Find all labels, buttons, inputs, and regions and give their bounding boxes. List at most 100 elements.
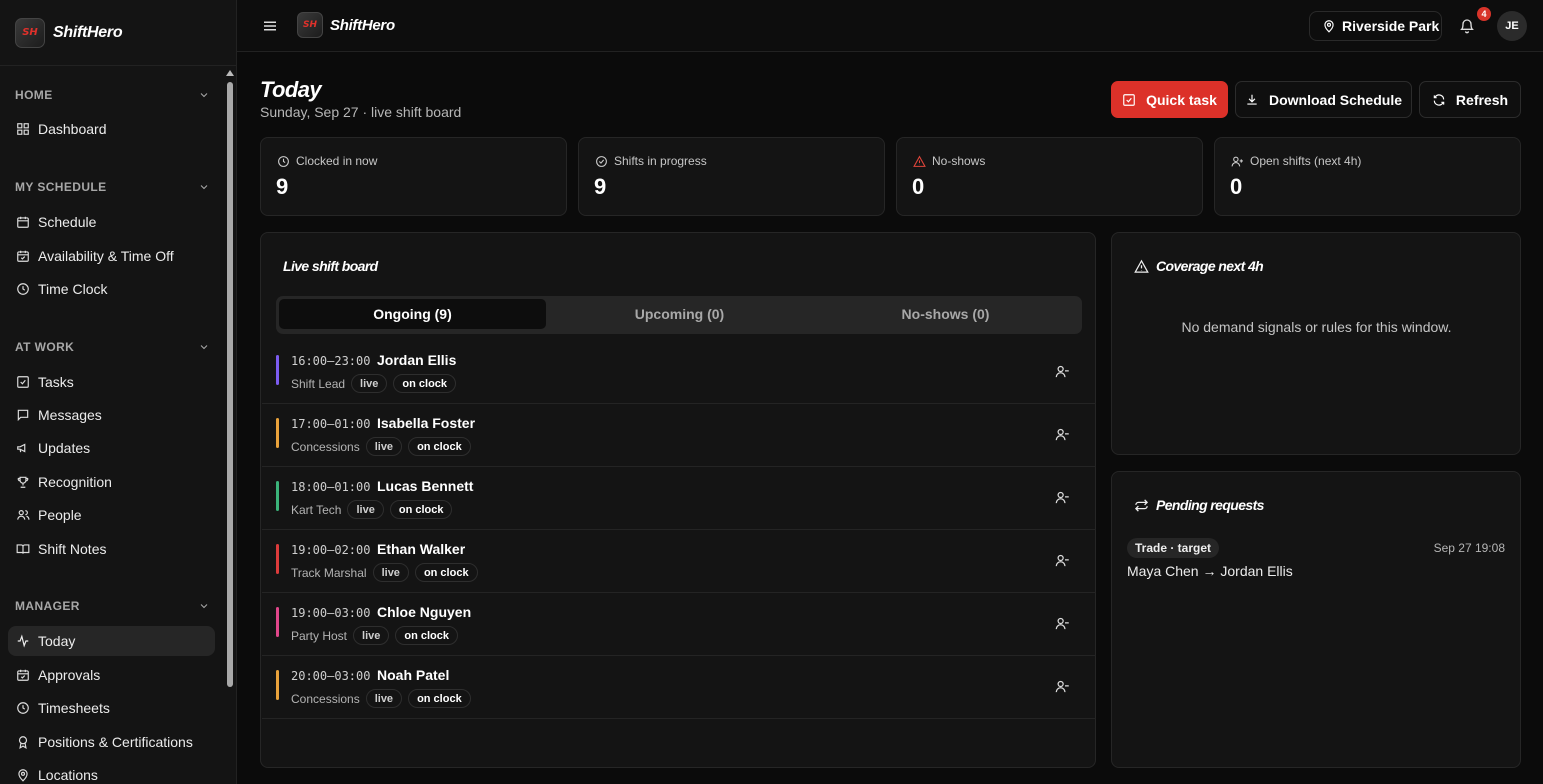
shift-row[interactable]: 17:00–01:00 Isabella Foster Concessions liv…: [262, 404, 1096, 467]
user-minus-icon[interactable]: [1055, 490, 1070, 505]
live-shift-board-title: Live shift board: [283, 258, 378, 274]
sidebar: SH ShiftHero HOME Dashboard MY SCHEDULE …: [0, 0, 237, 784]
shift-meta: Concessions live on clock: [291, 437, 471, 456]
user-minus-icon[interactable]: [1055, 364, 1070, 379]
live-shift-board-panel: Live shift board Ongoing (9) Upcoming (0…: [260, 232, 1096, 768]
sidebar-item-approvals[interactable]: Approvals: [8, 660, 215, 690]
sidebar-item-dashboard[interactable]: Dashboard: [8, 114, 215, 144]
shift-meta: Shift Lead live on clock: [291, 374, 457, 393]
stat-card-open-shifts: Open shifts (next 4h) 0: [1214, 137, 1521, 216]
sidebar-item-today[interactable]: Today: [8, 626, 215, 656]
position-name: Shift Lead: [291, 376, 346, 391]
status-chip-live: live: [365, 689, 403, 708]
user-plus-icon: [1231, 156, 1243, 166]
sidebar-item-people[interactable]: People: [8, 500, 215, 530]
sidebar-item-label: Shift Notes: [38, 541, 107, 557]
position-name: Concessions: [291, 691, 360, 706]
shift-meta: Concessions live on clock: [291, 689, 471, 708]
stat-value: 9: [594, 174, 607, 199]
shift-board-tabs: Ongoing (9) Upcoming (0) No-shows (0): [276, 296, 1082, 334]
section-home-header[interactable]: HOME: [15, 88, 210, 102]
sidebar-item-positions[interactable]: Positions & Certifications: [8, 727, 215, 757]
user-minus-icon[interactable]: [1055, 427, 1070, 442]
download-schedule-button[interactable]: Download Schedule: [1235, 81, 1412, 118]
sidebar-item-time-clock[interactable]: Time Clock: [8, 274, 215, 304]
sidebar-item-availability[interactable]: Availability & Time Off: [8, 241, 215, 271]
topbar: SH ShiftHero Riverside Park 4 JE: [237, 0, 1543, 52]
coverage-title-text: Coverage next 4h: [1156, 258, 1264, 274]
sidebar-item-tasks[interactable]: Tasks: [8, 367, 215, 397]
shift-time: 20:00–03:00: [291, 669, 371, 683]
position-name: Party Host: [291, 628, 348, 643]
refresh-button[interactable]: Refresh: [1419, 81, 1521, 118]
user-avatar[interactable]: JE: [1497, 11, 1527, 41]
position-color-bar: [276, 544, 279, 574]
activity-icon: [17, 634, 29, 648]
quick-task-button[interactable]: Quick task: [1111, 81, 1228, 118]
shift-row[interactable]: 19:00–03:00 Chloe Nguyen Party Host live on …: [262, 593, 1096, 656]
tab-ongoing[interactable]: Ongoing (9): [279, 299, 546, 329]
stat-label-text: Shifts in progress: [614, 154, 707, 168]
menu-icon[interactable]: [261, 17, 279, 35]
tab-upcoming[interactable]: Upcoming (0): [546, 299, 813, 329]
user-minus-icon[interactable]: [1055, 553, 1070, 568]
status-chip-live: live: [353, 626, 390, 645]
scrollbar-thumb[interactable]: [227, 82, 233, 687]
shift-row[interactable]: 18:00–01:00 Lucas Bennett Kart Tech live on …: [262, 467, 1096, 530]
bell-icon[interactable]: [1459, 18, 1475, 34]
request-description[interactable]: Maya Chen → Jordan Ellis: [1127, 563, 1293, 579]
section-my-schedule-header[interactable]: MY SCHEDULE: [15, 180, 210, 194]
sidebar-item-recognition[interactable]: Recognition: [8, 467, 215, 497]
location-switcher-button[interactable]: Riverside Park: [1309, 11, 1442, 41]
clock-icon: [17, 283, 29, 295]
sidebar-item-messages[interactable]: Messages: [8, 400, 215, 430]
shift-time: 16:00–23:00: [291, 354, 371, 368]
pending-requests-title: Pending requests: [1134, 497, 1264, 513]
shift-row[interactable]: 16:00–23:00 Jordan Ellis Shift Lead live on …: [262, 341, 1096, 404]
status-chip-on-clock: on clock: [389, 500, 453, 519]
page-subtitle: Sunday, Sep 27 · live shift board: [260, 104, 462, 120]
map-pin-icon: [18, 769, 28, 782]
sidebar-item-schedule[interactable]: Schedule: [8, 207, 215, 237]
app-logo-icon[interactable]: SH: [297, 12, 323, 38]
user-minus-icon[interactable]: [1055, 616, 1070, 631]
stat-label: No-shows: [913, 154, 985, 168]
warning-icon: [1134, 259, 1149, 273]
sidebar-item-locations[interactable]: Locations: [8, 760, 215, 784]
pending-requests-title-text: Pending requests: [1156, 497, 1264, 513]
section-title: AT WORK: [15, 340, 75, 354]
sidebar-scrollbar[interactable]: [224, 66, 236, 784]
refresh-icon: [1433, 93, 1445, 106]
tab-no-shows[interactable]: No-shows (0): [812, 299, 1079, 329]
stat-card-shifts-in-progress: Shifts in progress 9: [578, 137, 885, 216]
app-logo-icon: SH: [15, 17, 45, 48]
position-color-bar: [276, 670, 279, 700]
app-root: SH ShiftHero HOME Dashboard MY SCHEDULE …: [0, 0, 1543, 784]
award-icon: [18, 736, 28, 749]
download-icon: [1247, 94, 1257, 105]
shift-row[interactable]: 19:00–02:00 Ethan Walker Track Marshal live…: [262, 530, 1096, 593]
chevron-down-icon: [200, 185, 208, 190]
topbar-brand-name[interactable]: ShiftHero: [330, 17, 395, 34]
status-chip-on-clock: on clock: [414, 563, 478, 582]
checkbox-icon: [17, 376, 29, 388]
stat-card-clocked-in: Clocked in now 9: [260, 137, 567, 216]
stat-label: Clocked in now: [277, 154, 377, 168]
shift-row[interactable]: 20:00–03:00 Noah Patel Concessions live on c…: [262, 656, 1096, 719]
scroll-up-arrow-icon[interactable]: [226, 70, 234, 76]
sidebar-item-label: Updates: [38, 440, 91, 456]
sidebar-brand[interactable]: SH ShiftHero: [0, 0, 236, 66]
sidebar-item-updates[interactable]: Updates: [8, 433, 215, 463]
employee-name: Noah Patel: [377, 667, 450, 683]
page-title: Today: [260, 77, 322, 102]
section-manager-header[interactable]: MANAGER: [15, 599, 210, 613]
user-minus-icon[interactable]: [1055, 679, 1070, 694]
position-name: Concessions: [291, 439, 360, 454]
section-at-work-header[interactable]: AT WORK: [15, 340, 210, 354]
status-chip-on-clock: on clock: [393, 374, 457, 393]
sidebar-item-label: Schedule: [38, 214, 97, 230]
stat-label: Shifts in progress: [595, 154, 707, 168]
sidebar-item-timesheets[interactable]: Timesheets: [8, 693, 215, 723]
sidebar-item-shift-notes[interactable]: Shift Notes: [8, 534, 215, 564]
book-icon: [16, 544, 30, 554]
